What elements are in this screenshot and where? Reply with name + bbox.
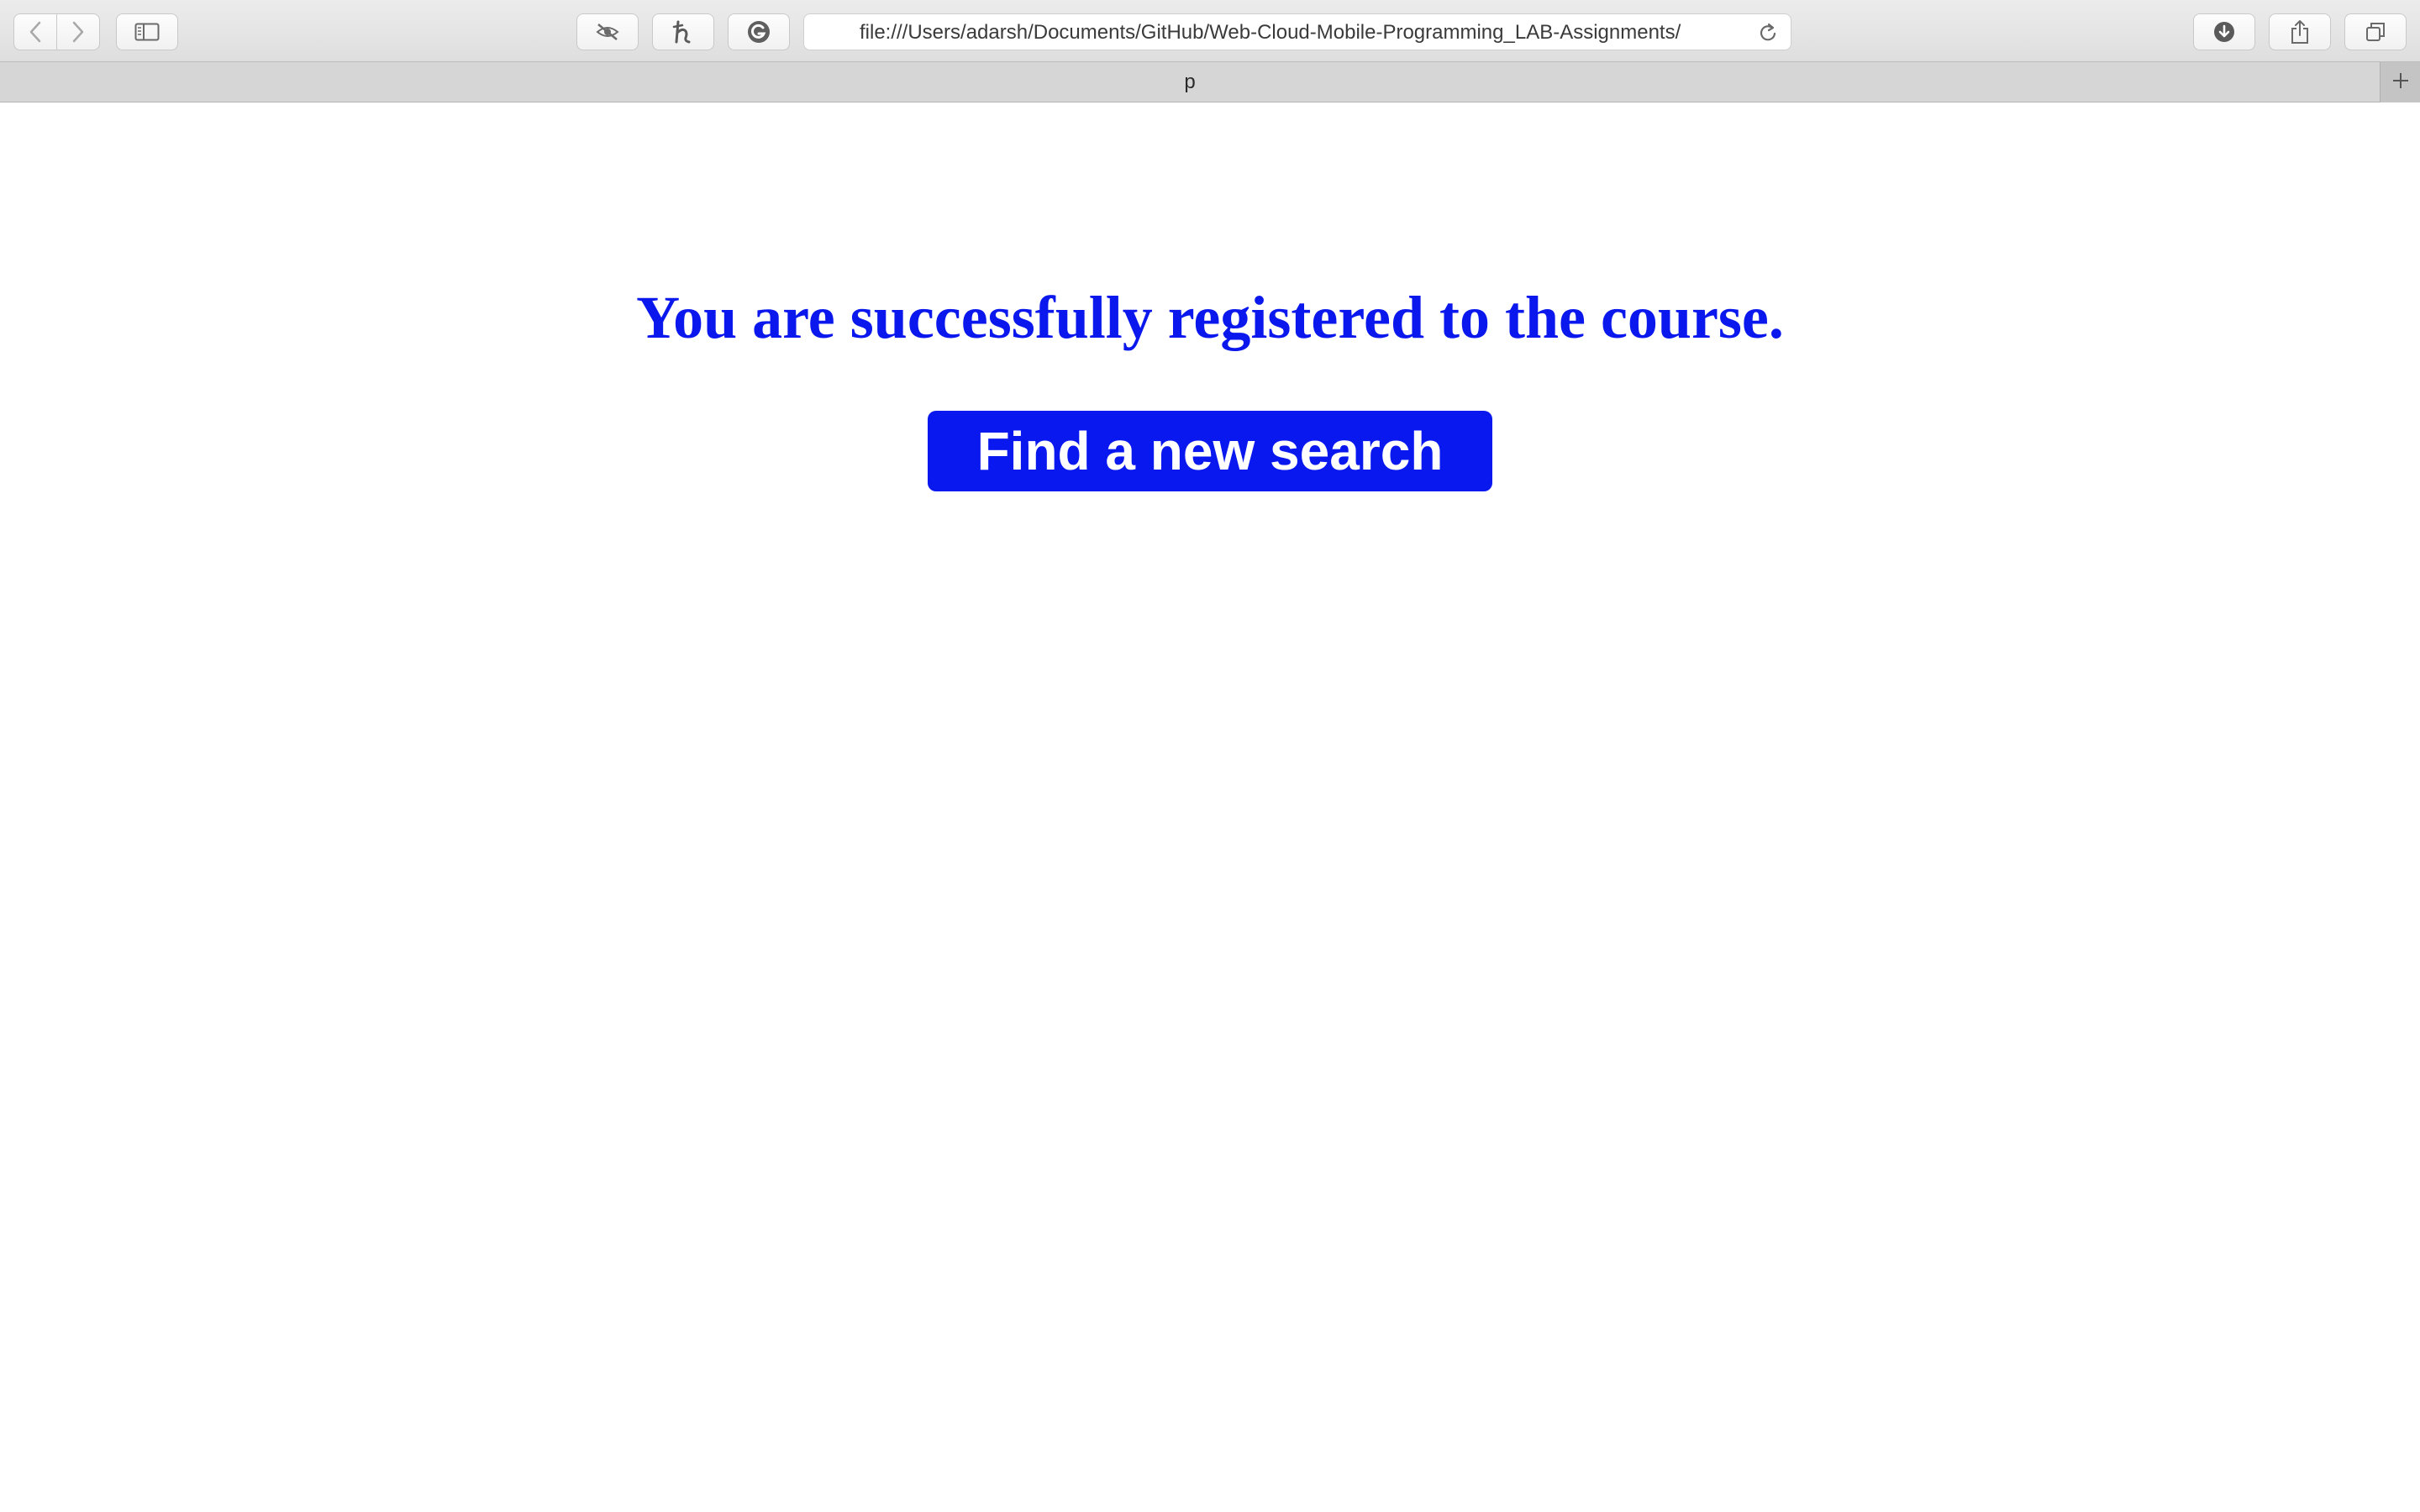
strikethrough-eye-icon bbox=[595, 22, 620, 42]
share-button[interactable] bbox=[2269, 13, 2331, 50]
reload-button[interactable] bbox=[1757, 22, 1779, 44]
browser-toolbar: file:///Users/adarsh/Documents/GitHub/We… bbox=[0, 0, 2420, 62]
tabs-overview-icon bbox=[2365, 21, 2386, 43]
plus-icon bbox=[2391, 71, 2411, 95]
extension-button-3[interactable] bbox=[728, 13, 790, 50]
registration-success-message: You are successfully registered to the c… bbox=[636, 284, 1784, 351]
address-url[interactable]: file:///Users/adarsh/Documents/GitHub/We… bbox=[860, 14, 1717, 50]
chevron-right-icon bbox=[71, 21, 86, 43]
tab-bar: p bbox=[0, 62, 2420, 102]
reload-icon bbox=[1757, 23, 1779, 47]
tabs-overview-button[interactable] bbox=[2344, 13, 2407, 50]
extension-button-2[interactable] bbox=[652, 13, 714, 50]
honey-h-icon bbox=[672, 19, 694, 45]
forward-button[interactable] bbox=[56, 13, 100, 50]
page-content: You are successfully registered to the c… bbox=[0, 103, 2420, 1512]
sidebar-toggle-button[interactable] bbox=[116, 13, 178, 50]
sidebar-icon bbox=[134, 23, 160, 41]
active-tab-title[interactable]: p bbox=[0, 62, 2380, 102]
find-new-search-button[interactable]: Find a new search bbox=[928, 411, 1492, 491]
download-icon bbox=[2212, 20, 2236, 44]
new-tab-button[interactable] bbox=[2380, 62, 2420, 102]
back-button[interactable] bbox=[13, 13, 57, 50]
address-bar[interactable]: file:///Users/adarsh/Documents/GitHub/We… bbox=[803, 13, 1791, 50]
share-icon bbox=[2290, 19, 2310, 45]
grammarly-g-icon bbox=[746, 19, 771, 45]
address-fade bbox=[1690, 14, 1740, 50]
chevron-left-icon bbox=[28, 21, 43, 43]
extension-button-1[interactable] bbox=[576, 13, 639, 50]
downloads-button[interactable] bbox=[2193, 13, 2255, 50]
